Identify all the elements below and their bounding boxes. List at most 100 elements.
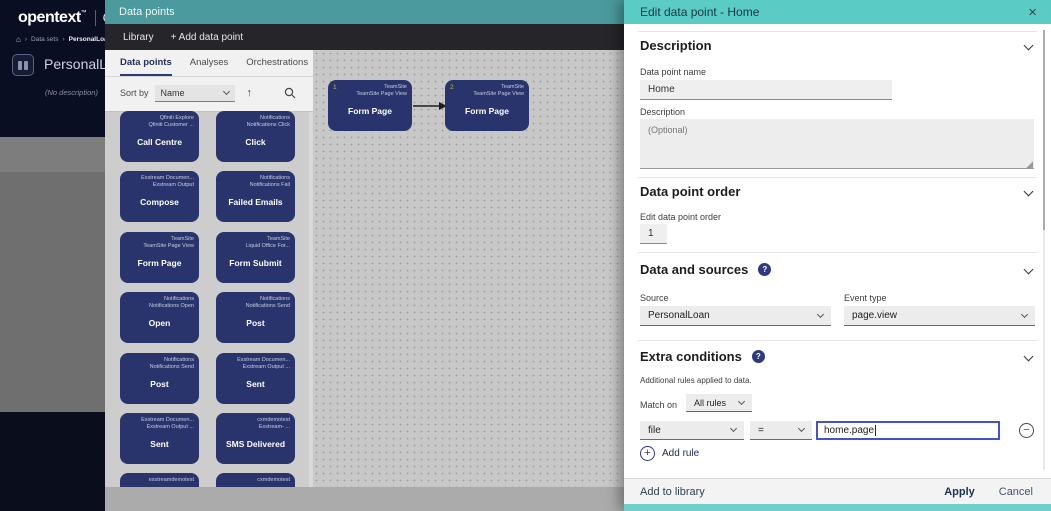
data-point-name-input[interactable] <box>640 80 892 100</box>
home-icon[interactable]: ⌂ <box>16 35 21 44</box>
library-card[interactable]: cxmdemotest <box>216 473 295 487</box>
section-order-header[interactable]: Data point order <box>640 184 740 199</box>
card-name: Failed Emails <box>228 197 283 207</box>
order-input[interactable] <box>640 224 667 244</box>
add-to-library-button[interactable]: Add to library <box>640 486 705 498</box>
card-source-2: Notifications Open <box>149 303 194 309</box>
library-tabs: Data points Analyses Orchestrations <box>120 57 308 77</box>
chevron-down-icon[interactable] <box>1023 264 1034 275</box>
card-source-1: cxmdemotest <box>257 417 290 423</box>
rule-field-dropdown[interactable]: file <box>640 421 744 440</box>
rule-operator-dropdown[interactable]: = <box>750 421 812 440</box>
source-dropdown[interactable]: PersonalLoan <box>640 306 831 326</box>
library-card[interactable]: cxmdemotest Exstream- ... SMS Delivered <box>216 413 295 464</box>
breadcrumb-data-sets[interactable]: Data sets <box>31 36 58 43</box>
event-type-dropdown[interactable]: page.view <box>844 306 1035 326</box>
chevron-down-icon <box>816 310 825 318</box>
event-type-dropdown-value: page.view <box>852 310 898 321</box>
node-source-1: TeamSite <box>384 84 407 90</box>
library-card[interactable]: exstreamdemotest <box>120 473 199 487</box>
search-icon[interactable] <box>284 87 296 99</box>
rule-value-input[interactable]: home.page <box>816 421 1000 440</box>
library-card[interactable]: TeamSite Liquid Office For... Form Submi… <box>216 232 295 283</box>
match-on-dropdown[interactable]: All rules <box>686 394 752 412</box>
rule-field-value: file <box>648 424 661 436</box>
divider <box>638 177 1037 178</box>
node-name: Form Page <box>465 106 509 116</box>
tab-data-points[interactable]: Data points <box>120 57 172 77</box>
card-source-2: Notifications Click <box>246 122 290 128</box>
library-card-grid: Qfiniti Explore Qfiniti Customer ... Cal… <box>105 111 313 487</box>
library-card[interactable]: Qfiniti Explore Qfiniti Customer ... Cal… <box>120 111 199 162</box>
breadcrumb-separator: › <box>62 36 65 43</box>
card-name: Call Centre <box>137 137 182 147</box>
card-source-2: Qfiniti Customer ... <box>148 122 194 128</box>
library-card[interactable]: TeamSite TeamSite Page View Form Page <box>120 232 199 283</box>
chevron-down-icon <box>222 87 230 95</box>
description-textarea[interactable] <box>640 119 1034 169</box>
orchestration-canvas[interactable]: 1 TeamSite TeamSite Page View Form Page … <box>313 50 624 487</box>
drawer-scrollbar-thumb[interactable] <box>1043 30 1045 230</box>
tab-orchestrations[interactable]: Orchestrations <box>246 57 308 77</box>
card-source-2: Exstream Output <box>152 182 194 188</box>
library-card[interactable]: Notifications Notifications Send Post <box>216 292 295 343</box>
library-card[interactable]: Notifications Notifications Fail Failed … <box>216 171 295 222</box>
remove-rule-icon[interactable]: − <box>1019 423 1034 438</box>
card-source-1: Notifications <box>260 296 290 302</box>
add-icon: + <box>640 446 655 461</box>
card-source-1: Exstream Documen... <box>141 175 194 181</box>
screen: opentext™ C ⌂ › Data sets › PersonalLoan… <box>0 0 1051 511</box>
card-name: Post <box>246 318 265 328</box>
card-source-2: Liquid Office For... <box>245 243 290 249</box>
connector-arrow <box>413 102 447 110</box>
node-source-2: TeamSite Page View <box>356 91 407 97</box>
chevron-down-icon[interactable] <box>1023 186 1034 197</box>
card-source-2: Notifications Fail <box>249 182 290 188</box>
data-point-name-label: Data point name <box>640 67 707 77</box>
card-source-2: Exstream Output ... <box>242 364 290 370</box>
card-source-1: exstreamdemotest <box>148 477 194 483</box>
event-type-label: Event type <box>844 293 887 303</box>
chevron-down-icon[interactable] <box>1023 351 1034 362</box>
help-icon[interactable]: ? <box>758 263 772 276</box>
card-source-2: Notifications Send <box>149 364 194 370</box>
sort-direction-icon[interactable]: ↑ <box>247 87 253 99</box>
section-data-sources-header[interactable]: Data and sources ? <box>640 262 772 277</box>
chevron-down-icon[interactable] <box>1023 40 1034 51</box>
tab-analyses[interactable]: Analyses <box>190 57 229 77</box>
card-name: Post <box>150 379 169 389</box>
data-points-titlebar: Data points <box>105 0 624 24</box>
add-data-point-button[interactable]: + Add data point <box>171 32 244 43</box>
canvas-node-form-page-1[interactable]: 1 TeamSite TeamSite Page View Form Page <box>328 80 412 131</box>
card-source-2: Exstream Output ... <box>146 424 194 430</box>
card-source-1: TeamSite <box>267 236 290 242</box>
card-name: Compose <box>140 197 179 207</box>
close-icon[interactable]: × <box>1028 5 1037 20</box>
canvas-node-form-page-2[interactable]: 2 TeamSite TeamSite Page View Form Page <box>445 80 529 131</box>
drawer-title: Edit data point - Home <box>640 5 760 19</box>
section-description-header[interactable]: Description <box>640 38 712 53</box>
section-extra-conditions-header[interactable]: Extra conditions ? <box>640 349 765 364</box>
card-source-2: Notifications Send <box>245 303 290 309</box>
library-card[interactable]: Exstream Documen... Exstream Output Comp… <box>120 171 199 222</box>
cancel-button[interactable]: Cancel <box>999 486 1033 498</box>
help-icon[interactable]: ? <box>751 350 765 363</box>
add-rule-label: Add rule <box>662 448 700 459</box>
drawer-footer: Add to library Apply Cancel <box>624 478 1051 504</box>
card-name: SMS Delivered <box>225 439 286 449</box>
library-card[interactable]: Notifications Notifications Open Open <box>120 292 199 343</box>
add-rule-button[interactable]: + Add rule <box>640 446 699 461</box>
library-card[interactable]: Notifications Notifications Click Click <box>216 111 295 162</box>
sort-dropdown[interactable]: Name <box>154 84 235 102</box>
library-card[interactable]: Notifications Notifications Send Post <box>120 353 199 404</box>
library-card[interactable]: Exstream Documen... Exstream Output ... … <box>216 353 295 404</box>
library-card[interactable]: Exstream Documen... Exstream Output ... … <box>120 413 199 464</box>
chevron-down-icon <box>729 424 738 433</box>
node-name: Form Page <box>348 106 392 116</box>
sort-by-label: Sort by <box>120 88 149 98</box>
drawer-header: Edit data point - Home × <box>624 0 1051 24</box>
library-button[interactable]: Library <box>123 32 154 43</box>
card-name: Form Submit <box>229 258 282 268</box>
apply-button[interactable]: Apply <box>944 486 975 498</box>
card-source-2: Exstream- ... <box>258 424 290 430</box>
